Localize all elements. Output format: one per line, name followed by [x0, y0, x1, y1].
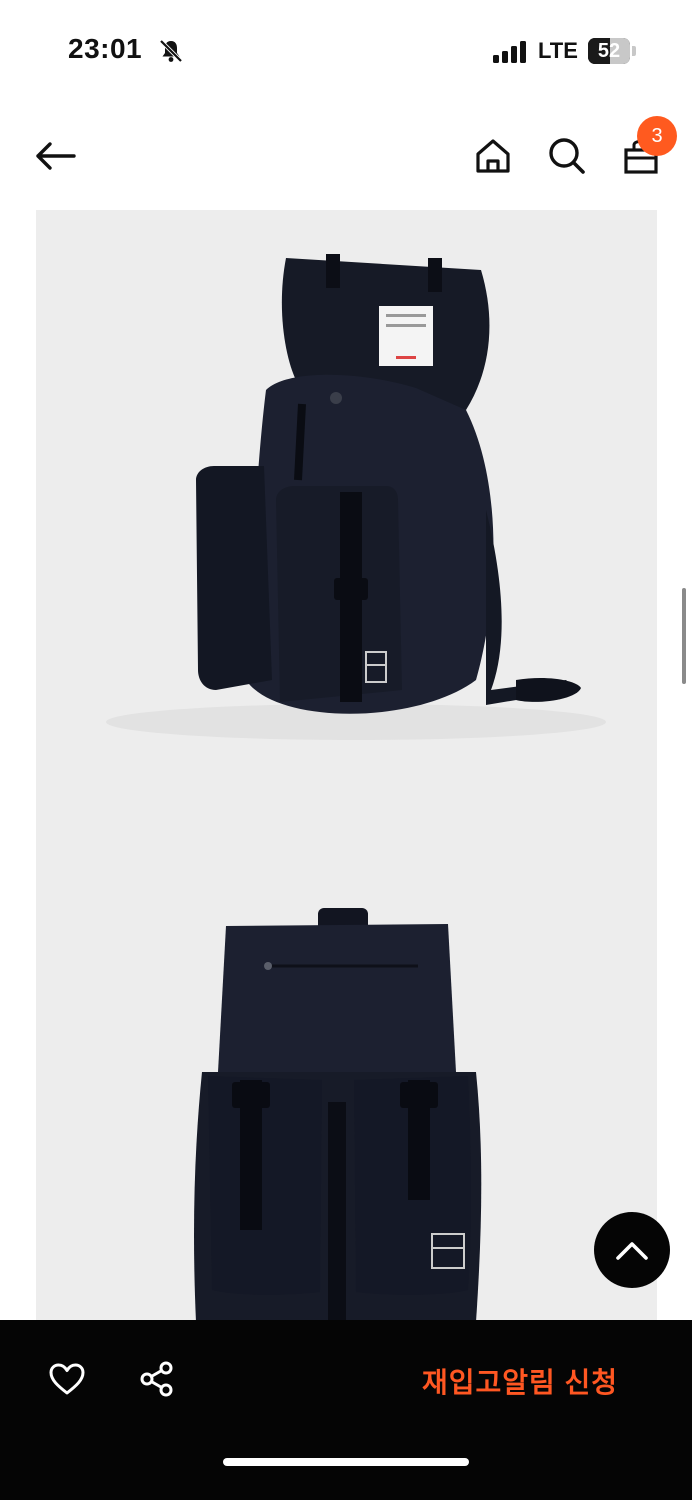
product-image-gallery[interactable]: [36, 210, 657, 1322]
scroll-to-top-button[interactable]: [594, 1212, 670, 1288]
status-time: 23:01: [68, 33, 143, 64]
battery-level: 52: [597, 40, 621, 62]
search-icon: [549, 138, 585, 174]
status-bar: 23:01 LTE 52: [0, 0, 692, 100]
backpack-open-flap-photo: [106, 254, 606, 740]
network-label: LTE: [538, 38, 578, 63]
bell-slash-icon: [159, 39, 183, 63]
home-icon: [476, 139, 510, 173]
heart-icon: [49, 1363, 85, 1395]
search-button[interactable]: [539, 128, 595, 184]
bottom-action-bar: 재입고알림 신청: [0, 1320, 692, 1500]
arrow-left-icon: [36, 142, 76, 170]
wishlist-button[interactable]: [44, 1356, 90, 1402]
back-button[interactable]: [28, 128, 84, 184]
battery-cap: [632, 46, 636, 56]
chevron-up-icon: [616, 1242, 648, 1260]
backpack-front-photo: [194, 908, 482, 1322]
home-button[interactable]: [465, 128, 521, 184]
top-nav-bar: [0, 110, 692, 200]
home-indicator[interactable]: [223, 1458, 469, 1466]
restock-alert-button[interactable]: 재입고알림 신청: [400, 1356, 640, 1406]
battery-indicator: 52: [588, 38, 630, 64]
cart-count-badge: 3: [637, 116, 677, 156]
share-button[interactable]: [134, 1356, 180, 1402]
signal-icon: [493, 41, 526, 63]
share-icon: [140, 1361, 173, 1397]
scroll-indicator[interactable]: [682, 588, 686, 684]
